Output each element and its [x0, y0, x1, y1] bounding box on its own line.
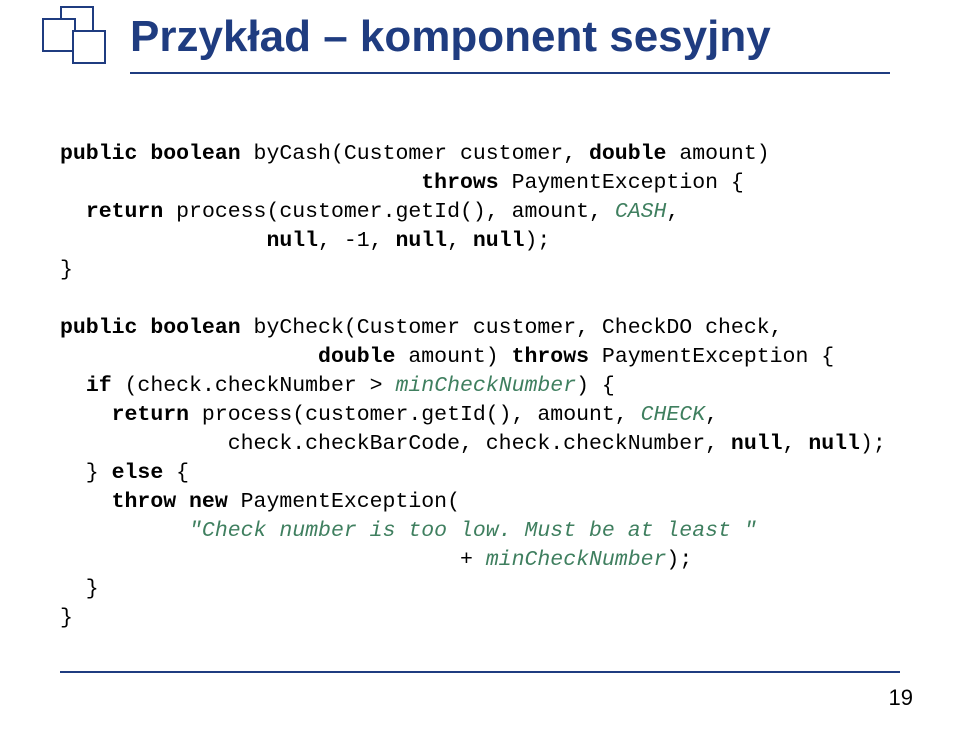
code-token: PaymentException {	[499, 171, 744, 195]
code-token: ,	[666, 200, 679, 224]
code-token: }	[60, 577, 99, 601]
code-token: CHECK	[641, 403, 706, 427]
code-token: minCheckNumber	[395, 374, 576, 398]
code-token: }	[60, 606, 73, 630]
code-token: null	[266, 229, 318, 253]
code-token: (check.checkNumber >	[112, 374, 396, 398]
code-token: }	[60, 461, 112, 485]
square-shape	[72, 30, 106, 64]
code-token: PaymentException {	[589, 345, 834, 369]
overlapping-squares-icon	[42, 6, 112, 68]
code-token: return	[112, 403, 189, 427]
code-token: public boolean	[60, 142, 241, 166]
code-token	[60, 374, 86, 398]
code-token: ,	[783, 432, 809, 456]
code-token: byCheck(Customer customer, CheckDO check…	[241, 316, 783, 340]
slide-title: Przykład – komponent sesyjny	[130, 12, 771, 62]
code-token: null	[808, 432, 860, 456]
code-token	[60, 200, 86, 224]
code-token	[60, 171, 421, 195]
code-token: , -1,	[318, 229, 395, 253]
slide: Przykład – komponent sesyjny public bool…	[0, 0, 959, 729]
square-shape	[42, 18, 76, 52]
slide-header: Przykład – komponent sesyjny	[42, 6, 771, 68]
code-token: amount)	[666, 142, 769, 166]
code-token: ) {	[576, 374, 615, 398]
code-token: );	[860, 432, 886, 456]
code-token: minCheckNumber	[486, 548, 667, 572]
code-token: return	[86, 200, 163, 224]
code-token: null	[395, 229, 447, 253]
code-token: throws	[421, 171, 498, 195]
code-token	[60, 519, 189, 543]
code-token: +	[60, 548, 486, 572]
title-underline	[130, 72, 890, 74]
footer-divider	[60, 671, 900, 673]
code-token: throws	[512, 345, 589, 369]
code-token: process(customer.getId(), amount,	[189, 403, 641, 427]
page-number: 19	[889, 685, 913, 711]
code-token	[60, 403, 112, 427]
code-token: if	[86, 374, 112, 398]
code-token: process(customer.getId(), amount,	[163, 200, 615, 224]
code-token: }	[60, 258, 73, 282]
code-token: else	[112, 461, 164, 485]
code-token: );	[525, 229, 551, 253]
code-token: null	[731, 432, 783, 456]
code-token: byCash(Customer customer,	[241, 142, 589, 166]
code-block: public boolean byCash(Customer customer,…	[60, 140, 900, 633]
code-token	[60, 490, 112, 514]
code-token: PaymentException(	[228, 490, 460, 514]
code-token: double	[318, 345, 395, 369]
code-token: CASH	[615, 200, 667, 224]
code-token: public boolean	[60, 316, 241, 340]
code-token: double	[589, 142, 666, 166]
code-token: throw new	[112, 490, 228, 514]
code-token: ,	[447, 229, 473, 253]
code-token: ,	[705, 403, 718, 427]
code-token: check.checkBarCode, check.checkNumber,	[60, 432, 731, 456]
code-token: "Check number is too low. Must be at lea…	[189, 519, 757, 543]
code-token: amount)	[395, 345, 511, 369]
code-token	[60, 345, 318, 369]
code-token: );	[666, 548, 692, 572]
code-token: {	[163, 461, 189, 485]
code-token: null	[473, 229, 525, 253]
code-token	[60, 229, 266, 253]
